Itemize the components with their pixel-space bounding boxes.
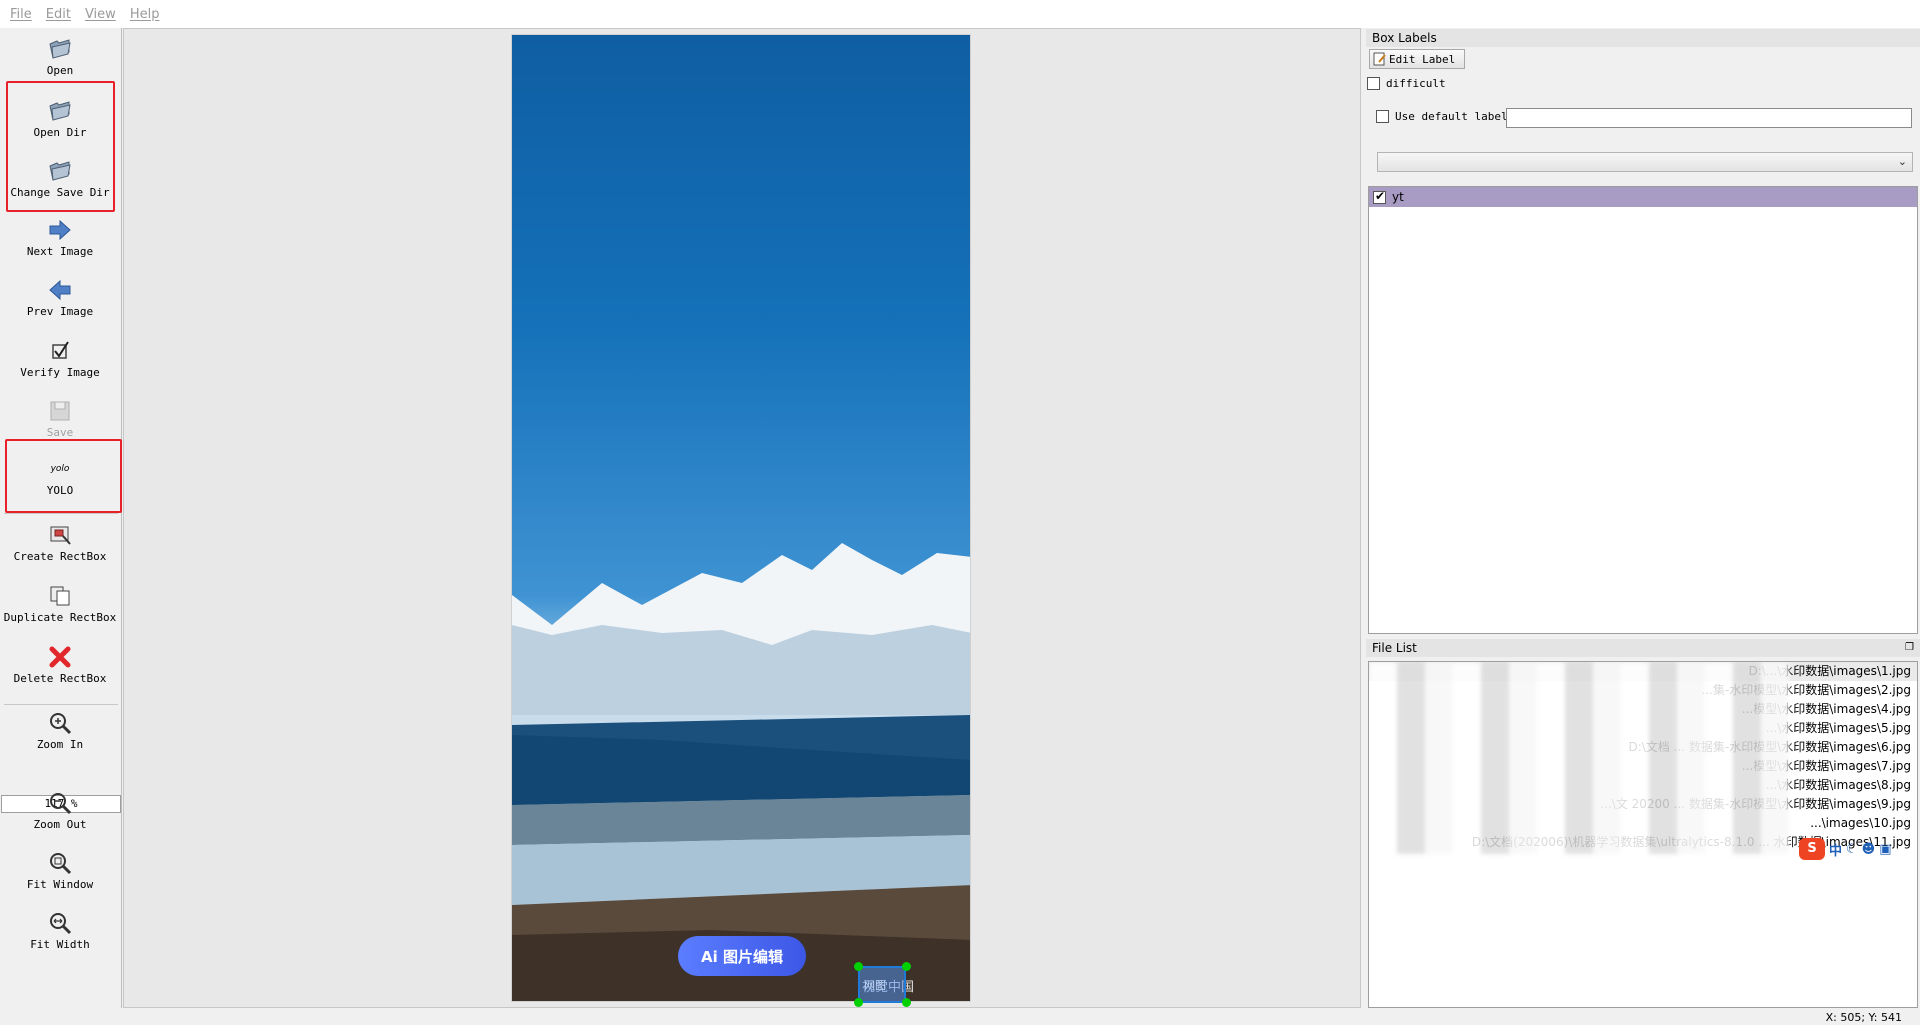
zoom-out-icon [50, 793, 72, 815]
menu-file[interactable]: File [10, 7, 32, 22]
label-list[interactable]: yt [1368, 186, 1918, 634]
ime-lang-indicator[interactable]: 中 [1829, 840, 1842, 859]
create-rectbox-button[interactable]: Create RectBox [0, 522, 120, 563]
menu-bar: File Edit View Help [0, 0, 1920, 28]
open-button[interactable]: Open [0, 36, 120, 77]
save-button[interactable]: Save [0, 398, 120, 439]
toolbar-separator [4, 704, 118, 705]
duplicate-rectbox-button[interactable]: Duplicate RectBox [0, 583, 120, 624]
label-list-item[interactable]: yt [1369, 187, 1917, 207]
bbox-handle-bottom-left[interactable] [854, 998, 863, 1007]
zoom-in-icon [50, 713, 72, 735]
bbox-handle-top-right[interactable] [902, 962, 911, 971]
right-dock: Box Labels Edit Label difficult Use defa… [1366, 28, 1920, 1008]
bounding-box[interactable]: 网图 [858, 966, 906, 1003]
cursor-coordinates: X: 505; Y: 541 [1825, 1011, 1902, 1024]
toolbar-separator [4, 513, 118, 514]
ime-logo-icon[interactable]: S [1799, 838, 1825, 860]
dock-float-icon[interactable]: ❐ [1905, 639, 1914, 657]
arrow-right-icon [49, 219, 71, 241]
watermark-ai-badge: Ai 图片编辑 [678, 936, 806, 976]
annotated-image[interactable] [511, 34, 971, 1002]
gamepad-icon[interactable]: ▣ [1879, 842, 1891, 857]
chevron-down-icon: ⌄ [1897, 155, 1907, 168]
file-list-title: File List ❐ [1366, 639, 1920, 657]
verify-image-button[interactable]: Verify Image [0, 338, 120, 379]
delete-x-icon [49, 646, 71, 668]
zoom-out-button[interactable]: Zoom Out [0, 790, 120, 831]
menu-view[interactable]: View [85, 7, 116, 22]
difficult-checkbox[interactable] [1367, 77, 1380, 90]
privacy-blur [1369, 662, 1789, 854]
user-icon[interactable]: ☻ [1862, 842, 1876, 857]
use-default-label-checkbox[interactable] [1376, 110, 1389, 123]
fit-window-button[interactable]: Fit Window [0, 850, 120, 891]
menu-help[interactable]: Help [130, 7, 160, 22]
label-visible-checkbox[interactable] [1373, 189, 1386, 204]
bbox-handle-bottom-right[interactable] [902, 998, 911, 1007]
moon-icon[interactable]: ☾ [1846, 842, 1858, 857]
fit-window-icon [50, 853, 72, 875]
file-list[interactable]: D:\...\水印数据\images\1.jpg ...集-水印模型\水印数据\… [1368, 661, 1918, 1008]
default-label-input[interactable] [1506, 108, 1912, 128]
arrow-left-icon [49, 279, 71, 301]
difficult-checkbox-row[interactable]: difficult [1367, 77, 1446, 90]
box-labels-title: Box Labels [1366, 29, 1920, 47]
zoom-in-button[interactable]: Zoom In [0, 710, 120, 751]
tool-bar: Open Open Dir Change Save Dir Next Image… [0, 28, 122, 1008]
duplicate-icon [50, 586, 70, 606]
edit-pencil-icon [1373, 52, 1386, 66]
label-combobox[interactable]: ⌄ [1377, 152, 1913, 172]
folder-open-icon [49, 39, 71, 59]
menu-edit[interactable]: Edit [46, 7, 71, 22]
create-rectbox-icon [50, 526, 71, 545]
save-icon [50, 401, 70, 421]
fit-width-icon [50, 913, 72, 935]
status-bar: X: 505; Y: 541 [0, 1008, 1920, 1025]
delete-rectbox-button[interactable]: Delete RectBox [0, 644, 120, 685]
landscape-photo [512, 543, 970, 1001]
prev-image-button[interactable]: Prev Image [0, 277, 120, 318]
edit-label-button[interactable]: Edit Label [1369, 49, 1465, 69]
fit-width-button[interactable]: Fit Width [0, 910, 120, 951]
bbox-content-text: 网图 [864, 979, 886, 992]
highlight-frame [6, 81, 115, 212]
ime-toolbar[interactable]: S 中 ☾ ☻ ▣ [1799, 838, 1892, 860]
checkbox-verify-icon [52, 341, 69, 359]
use-default-label-row[interactable]: Use default label [1376, 110, 1508, 123]
highlight-frame [5, 439, 122, 513]
next-image-button[interactable]: Next Image [0, 217, 120, 258]
bbox-handle-top-left[interactable] [854, 962, 863, 971]
